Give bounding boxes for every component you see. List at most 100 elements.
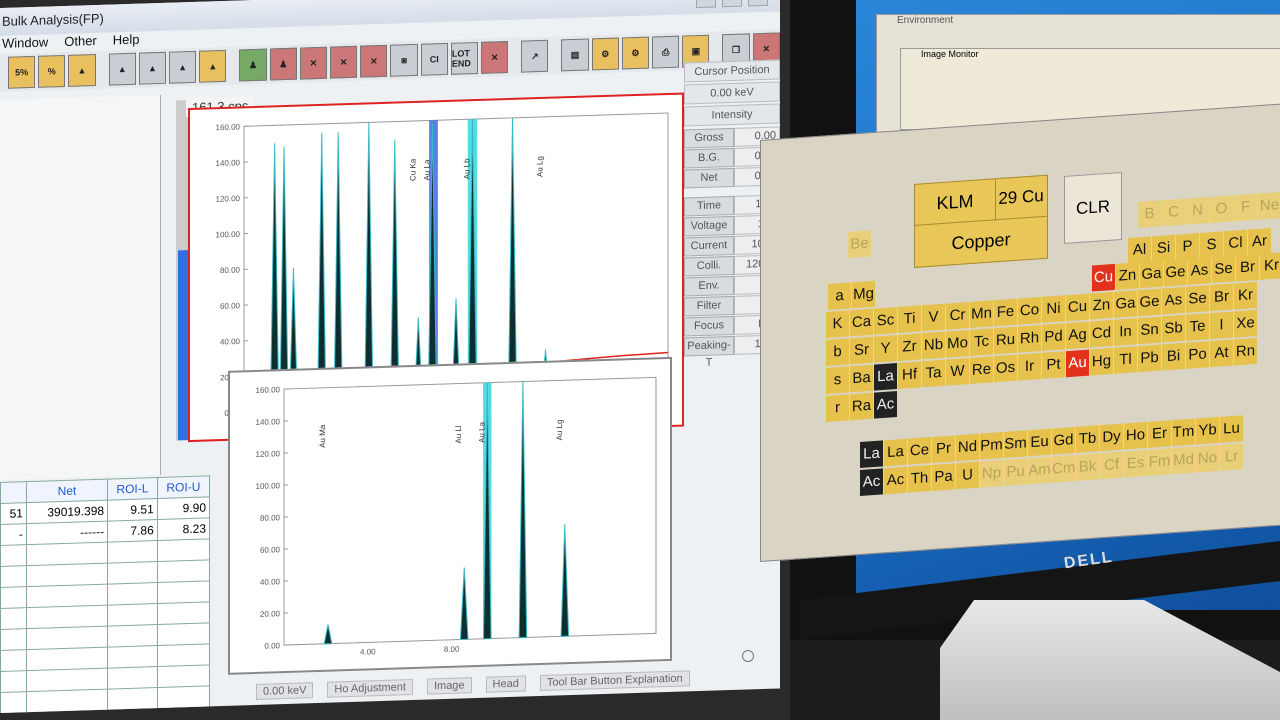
element-sr[interactable]: Sr xyxy=(850,336,873,365)
element-cr[interactable]: Cr xyxy=(946,302,969,330)
spectrum-view-4-icon[interactable]: ▲ xyxy=(199,49,227,83)
element-fe[interactable]: Fe xyxy=(994,298,1017,327)
element-la[interactable]: La xyxy=(860,440,883,468)
element-lr[interactable]: Lr xyxy=(1220,443,1243,471)
status-adjustment[interactable]: Ho Adjustment xyxy=(327,679,413,698)
element-pr[interactable]: Pr xyxy=(932,435,955,463)
clear-button[interactable]: CLR xyxy=(1064,171,1122,244)
element-ac[interactable]: Ac xyxy=(874,391,897,419)
element-ac[interactable]: Ac xyxy=(860,468,883,496)
cancel-3-icon[interactable]: ✕ xyxy=(360,44,388,78)
element-be[interactable]: Be xyxy=(848,230,871,258)
element-ca[interactable]: Ca xyxy=(850,308,873,337)
lot-end-button[interactable]: LOT END xyxy=(450,41,479,75)
element-hf[interactable]: Hf xyxy=(898,361,921,389)
element-kr[interactable]: Kr xyxy=(1234,281,1257,310)
element-ta[interactable]: Ta xyxy=(922,359,945,388)
element-xe[interactable]: Xe xyxy=(1234,309,1257,338)
element-cd[interactable]: Cd xyxy=(1090,319,1113,348)
element-mn[interactable]: Mn xyxy=(970,300,993,328)
element-ar[interactable]: Ar xyxy=(1248,228,1271,256)
element-re[interactable]: Re xyxy=(970,356,993,384)
cancel-4-icon[interactable]: ✕ xyxy=(481,41,509,74)
element-la[interactable]: La xyxy=(874,363,897,391)
camera-icon[interactable]: ◙ xyxy=(390,43,418,77)
minimize-icon[interactable]: – xyxy=(696,0,716,9)
menu-window[interactable]: Window xyxy=(2,34,48,53)
element-sn[interactable]: Sn xyxy=(1138,316,1161,345)
element-zn[interactable]: Zn xyxy=(1116,262,1139,290)
element-sc[interactable]: Sc xyxy=(874,307,897,335)
element-in[interactable]: In xyxy=(1114,318,1137,346)
power-button[interactable] xyxy=(742,650,754,662)
element-c[interactable]: C xyxy=(1162,198,1185,227)
cancel-2-icon[interactable]: ✕ xyxy=(330,45,358,79)
element-ba[interactable]: Ba xyxy=(850,364,873,393)
element-br[interactable]: Br xyxy=(1236,253,1259,282)
toolbar-percent-button[interactable]: 5% xyxy=(8,55,36,89)
element-ge[interactable]: Ge xyxy=(1138,288,1161,317)
element-zn[interactable]: Zn xyxy=(1090,291,1113,320)
klm-button[interactable]: KLM xyxy=(915,179,996,226)
menu-help[interactable]: Help xyxy=(113,32,140,51)
element-ru[interactable]: Ru xyxy=(994,326,1017,355)
element-eu[interactable]: Eu xyxy=(1028,428,1051,457)
element-gd[interactable]: Gd xyxy=(1052,426,1075,455)
element-ra[interactable]: Ra xyxy=(850,392,873,421)
element-sb[interactable]: Sb xyxy=(1162,314,1185,343)
element-te[interactable]: Te xyxy=(1186,313,1209,341)
element-b[interactable]: B xyxy=(1138,200,1161,228)
element-s[interactable]: s xyxy=(826,366,849,394)
element-dy[interactable]: Dy xyxy=(1100,423,1123,452)
cancel-icon[interactable]: ✕ xyxy=(299,46,328,80)
element-p[interactable]: P xyxy=(1176,233,1199,261)
element-hg[interactable]: Hg xyxy=(1090,347,1113,376)
toolbar-percent-button-2[interactable]: % xyxy=(38,54,66,88)
element-as[interactable]: As xyxy=(1188,257,1211,285)
element-k[interactable]: K xyxy=(826,310,849,338)
element-zr[interactable]: Zr xyxy=(898,333,921,361)
maximize-icon[interactable]: □ xyxy=(722,0,742,8)
element-r[interactable]: r xyxy=(826,394,849,422)
element-po[interactable]: Po xyxy=(1186,341,1209,369)
element-ni[interactable]: Ni xyxy=(1042,295,1065,323)
element-al[interactable]: Al xyxy=(1128,236,1151,264)
element-pa[interactable]: Pa xyxy=(932,463,955,491)
element-rn[interactable]: Rn xyxy=(1234,337,1257,366)
status-image[interactable]: Image xyxy=(426,677,472,695)
element-ce[interactable]: Ce xyxy=(908,437,931,465)
element-os[interactable]: Os xyxy=(994,354,1017,383)
element-bk[interactable]: Bk xyxy=(1076,453,1099,481)
close-icon[interactable]: × xyxy=(748,0,768,7)
tools-icon[interactable]: ⚙ xyxy=(621,36,650,70)
element-si[interactable]: Si xyxy=(1152,234,1175,263)
element-mg[interactable]: Mg xyxy=(852,280,875,309)
element-i[interactable]: I xyxy=(1210,311,1233,340)
element-tb[interactable]: Tb xyxy=(1076,425,1099,453)
element-am[interactable]: Am xyxy=(1028,456,1051,485)
element-at[interactable]: At xyxy=(1210,339,1233,368)
element-lu[interactable]: Lu xyxy=(1220,415,1243,443)
element-cu[interactable]: Cu xyxy=(1092,263,1115,292)
element-a[interactable]: a xyxy=(828,282,851,310)
element-ga[interactable]: Ga xyxy=(1140,260,1163,289)
element-er[interactable]: Er xyxy=(1148,420,1171,448)
element-pd[interactable]: Pd xyxy=(1042,323,1065,351)
element-v[interactable]: V xyxy=(922,303,945,332)
element-rh[interactable]: Rh xyxy=(1018,324,1041,353)
element-ti[interactable]: Ti xyxy=(898,305,921,333)
element-cm[interactable]: Cm xyxy=(1052,454,1075,483)
spectrum-chart-bottom[interactable]: 0.00 20.00 40.00 60.00 80.00 100.00 120.00 140.… xyxy=(230,359,670,673)
status-head[interactable]: Head xyxy=(485,675,526,693)
printer-icon[interactable]: ⎙ xyxy=(652,35,680,69)
element-y[interactable]: Y xyxy=(874,335,897,363)
element-tl[interactable]: Tl xyxy=(1114,346,1137,374)
ci-button[interactable]: CI xyxy=(420,42,448,76)
element-se[interactable]: Se xyxy=(1212,255,1235,284)
element-ag[interactable]: Ag xyxy=(1066,321,1089,350)
element-np[interactable]: Np xyxy=(980,460,1003,488)
element-o[interactable]: O xyxy=(1210,195,1233,223)
element-pt[interactable]: Pt xyxy=(1042,351,1065,379)
element-fm[interactable]: Fm xyxy=(1148,448,1171,476)
element-la[interactable]: La xyxy=(884,438,907,467)
